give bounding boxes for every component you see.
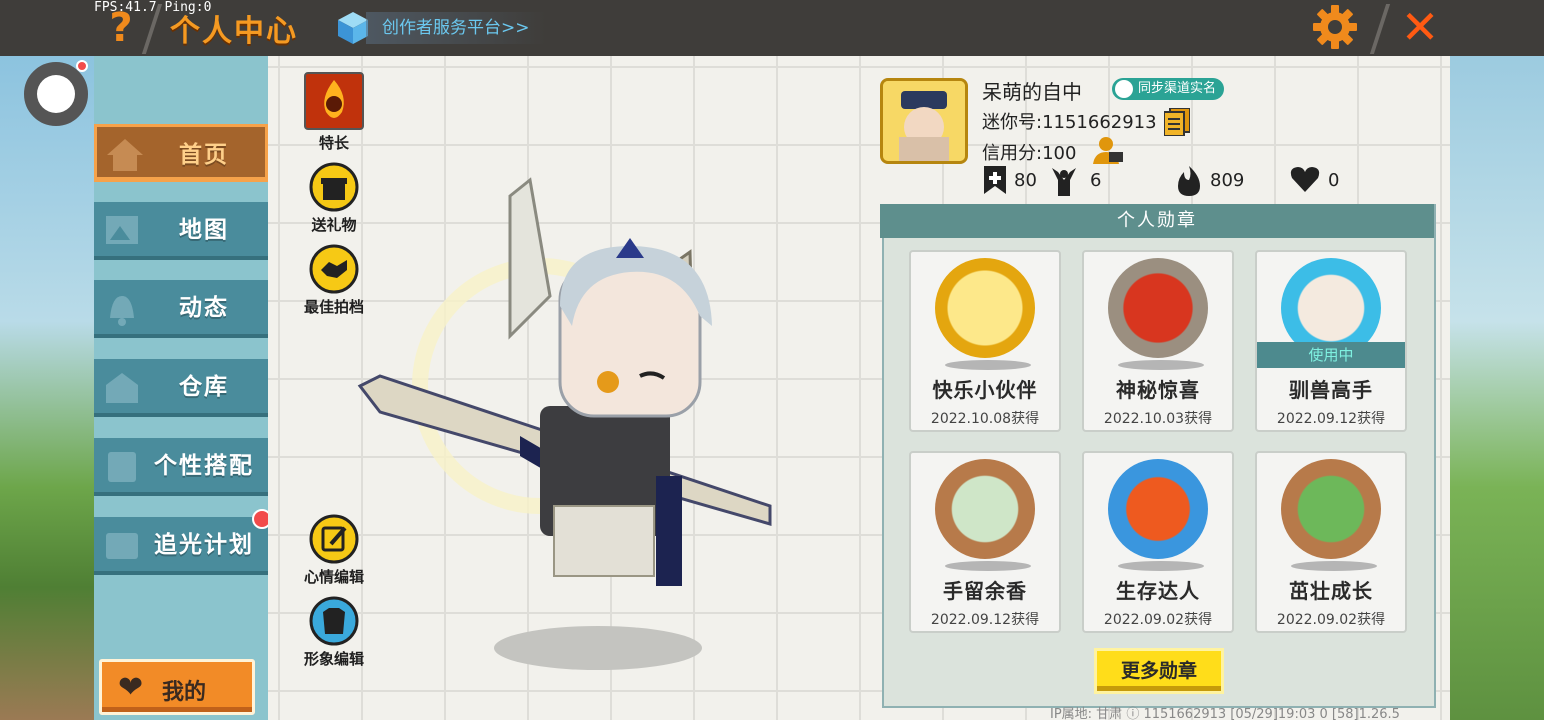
map-icon (106, 216, 138, 244)
copy-icon[interactable] (1164, 108, 1190, 136)
medal-name: 驯兽高手 (1289, 378, 1373, 402)
fans-stat: 6 (1048, 166, 1101, 196)
sync-realname-badge[interactable]: 同步渠道实名 (1112, 78, 1225, 100)
sidebar-item-label: 个性搭配 (154, 453, 254, 479)
warehouse-icon (106, 373, 138, 403)
mine-button[interactable]: ❤ 我的 (99, 659, 255, 715)
plan-icon (106, 533, 138, 559)
medal-card[interactable]: 生存达人 2022.09.02获得 (1082, 451, 1234, 633)
more-medals-button[interactable]: 更多勋章 (1094, 648, 1224, 694)
user-verified-icon (1115, 80, 1133, 98)
image-edit-button[interactable]: 形象编辑 (294, 596, 374, 669)
mini-id: 迷你号:1151662913 (982, 112, 1157, 133)
specialty-label: 特长 (318, 134, 349, 152)
medal-card[interactable]: 快乐小伙伴 2022.10.08获得 (909, 250, 1061, 432)
campfire-medal-icon (1108, 459, 1208, 559)
sidebar-item-warehouse[interactable]: 仓库 (94, 359, 268, 417)
sidebar-item-feed[interactable]: 动态 (94, 280, 268, 338)
collect-count: 80 (1014, 170, 1037, 191)
sidebar: 首页 地图 动态 仓库 个性搭配 追光计划 (94, 56, 268, 720)
medal-date: 2022.09.12获得 (930, 612, 1040, 628)
bell-icon (110, 296, 134, 326)
medal-date: 2022.09.02获得 (1103, 612, 1213, 628)
credit-score: 信用分:100 (982, 143, 1077, 164)
heat-stat: 809 (1176, 166, 1244, 196)
gear-icon[interactable] (1312, 4, 1358, 50)
collect-stat: 80 (982, 166, 1037, 196)
sidebar-item-chase-light[interactable]: 追光计划 (94, 517, 268, 575)
outfit-edit-icon (309, 596, 359, 646)
fans-count: 6 (1090, 170, 1102, 191)
medal-name: 快乐小伙伴 (932, 378, 1038, 402)
happy-partner-medal-icon (935, 258, 1035, 358)
background-scenery-left (0, 56, 94, 720)
likes-count: 0 (1328, 170, 1340, 191)
bookmark-icon (984, 166, 1006, 194)
in-use-tag: 使用中 (1257, 342, 1405, 368)
flame-skill-icon (304, 72, 364, 130)
likes-stat: 0 (1290, 166, 1339, 196)
specialty-button[interactable]: 特长 (294, 72, 374, 153)
medal-name: 神秘惊喜 (1116, 378, 1200, 402)
notification-dot (76, 60, 88, 72)
sidebar-item-label: 地图 (179, 217, 229, 243)
sidebar-item-label: 动态 (179, 295, 229, 321)
footer-info: IP属地: 甘肃 ⓘ 1151662913 [05/29]19:03 0 [58… (1050, 707, 1400, 720)
background-scenery-right (1448, 56, 1544, 720)
medal-date: 2022.10.08获得 (930, 411, 1040, 427)
sidebar-item-home[interactable]: 首页 (94, 124, 268, 182)
sidebar-item-outfit[interactable]: 个性搭配 (94, 438, 268, 496)
heat-count: 809 (1210, 170, 1245, 191)
heart-icon (1290, 167, 1320, 192)
medal-stand (1291, 561, 1377, 571)
sidebar-item-map[interactable]: 地图 (94, 202, 268, 260)
medal-name: 生存达人 (1116, 579, 1200, 603)
heart-icon: ❤ (118, 670, 144, 705)
growth-medal-icon (1281, 459, 1381, 559)
medal-date: 2022.09.02获得 (1276, 612, 1386, 628)
floating-ball-center (37, 75, 75, 113)
medal-stand (1118, 360, 1204, 370)
close-icon[interactable]: ✕ (1398, 4, 1442, 50)
avatar[interactable] (880, 78, 968, 164)
character-shadow (494, 626, 702, 670)
divider (1369, 4, 1391, 54)
character-avatar[interactable] (340, 176, 790, 596)
sidebar-item-label: 仓库 (179, 374, 229, 400)
medal-panel-title: 个人勋章 (880, 204, 1434, 238)
mine-button-label: 我的 (162, 680, 207, 705)
medal-card[interactable]: 茁壮成长 2022.09.02获得 (1255, 451, 1407, 633)
medal-card[interactable]: 手留余香 2022.09.12获得 (909, 451, 1061, 633)
top-bar: FPS:41.7 Ping:0 ? 个人中心 创作者服务平台>> ✕ (0, 0, 1544, 56)
help-icon[interactable]: ? (104, 6, 138, 50)
mystery-gift-medal-icon (1108, 258, 1208, 358)
medal-name: 手留余香 (943, 579, 1027, 603)
sync-badge-label: 同步渠道实名 (1138, 81, 1217, 96)
creator-platform-link[interactable]: 创作者服务平台>> (366, 12, 546, 44)
medal-card[interactable]: 神秘惊喜 2022.10.03获得 (1082, 250, 1234, 432)
medal-name: 茁壮成长 (1289, 579, 1373, 603)
nickname: 呆萌的自中 (982, 80, 1082, 104)
medal-date: 2022.09.12获得 (1276, 411, 1386, 427)
cube-icon (338, 12, 368, 44)
medal-stand (1118, 561, 1204, 571)
medal-stand (945, 561, 1031, 571)
medal-card[interactable]: 使用中 驯兽高手 2022.09.12获得 (1255, 250, 1407, 432)
sidebar-item-label: 追光计划 (154, 532, 254, 558)
fans-icon (1052, 168, 1076, 196)
medal-stand (945, 360, 1031, 370)
image-edit-label: 形象编辑 (303, 650, 364, 668)
page-title: 个人中心 (170, 14, 298, 49)
fragrance-medal-icon (935, 459, 1035, 559)
home-icon (107, 139, 143, 171)
credit-user-icon[interactable] (1093, 136, 1123, 164)
sidebar-item-label: 首页 (179, 142, 229, 168)
medal-date: 2022.10.03获得 (1103, 411, 1213, 427)
flame-icon (1178, 166, 1200, 196)
outfit-icon (108, 452, 136, 482)
